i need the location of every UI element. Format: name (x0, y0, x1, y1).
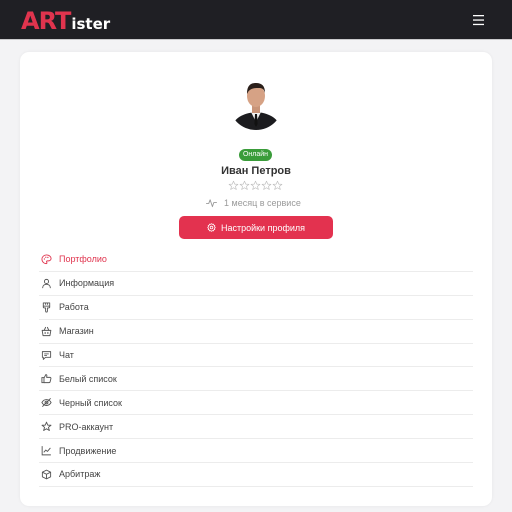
star-icon (40, 421, 52, 433)
menu-item-label: Информация (59, 278, 115, 289)
menu-item-label: Портфолио (59, 254, 107, 265)
brush-icon (40, 301, 52, 313)
gear-icon (207, 223, 216, 232)
menu-item-information[interactable]: Информация (39, 272, 473, 296)
menu-item-label: Черный список (59, 397, 122, 408)
activity-icon (206, 199, 217, 208)
user-name: Иван Петров (221, 165, 291, 177)
eye-slash-icon (40, 397, 52, 409)
menu-item-label: Чат (59, 350, 74, 360)
star-empty-icon (250, 180, 261, 190)
menu-item-pro-account[interactable]: PRO-аккаунт (39, 415, 473, 440)
menu-item-label: Арбитраж (59, 469, 101, 480)
hamburger-icon[interactable] (470, 12, 488, 28)
menu-item-label: Продвижение (59, 445, 117, 456)
avatar (229, 76, 283, 130)
service-time-label: 1 месяц в сервисе (224, 198, 301, 208)
user-icon (40, 277, 52, 289)
menu-item-work[interactable]: Работа (39, 296, 473, 320)
chart-line-icon (40, 445, 52, 457)
profile-menu: Портфолио Информация Работа Магазин Чат (39, 248, 473, 487)
profile-card: Онлайн Иван Петров 1 месяц в сервисе Нас… (20, 52, 492, 506)
profile-settings-button[interactable]: Настройки профиля (179, 216, 333, 239)
service-time: 1 месяц в сервисе (206, 196, 301, 210)
top-bar: ART ister (0, 0, 512, 40)
menu-item-whitelist[interactable]: Белый список (39, 367, 473, 392)
star-empty-icon (261, 180, 272, 190)
logo-text-ister: ister (71, 15, 111, 33)
status-badge: Онлайн (239, 149, 272, 161)
menu-item-label: Магазин (59, 326, 94, 337)
menu-item-label: Работа (59, 302, 89, 313)
menu-item-promotion[interactable]: Продвижение (39, 439, 473, 464)
star-empty-icon (239, 180, 250, 190)
palette-icon (40, 253, 52, 265)
thumbs-up-icon (40, 373, 52, 385)
menu-item-label: Белый список (59, 373, 117, 384)
chat-icon (40, 349, 52, 361)
star-empty-icon (272, 180, 283, 190)
logo-text-art: ART (21, 7, 71, 35)
logo[interactable]: ART ister (21, 7, 110, 33)
profile-settings-label: Настройки профиля (220, 222, 306, 233)
menu-item-blacklist[interactable]: Черный список (39, 391, 473, 416)
menu-item-label: PRO-аккаунт (59, 421, 114, 432)
menu-item-shop[interactable]: Магазин (39, 320, 473, 344)
rating-stars (228, 180, 284, 192)
star-empty-icon (228, 180, 239, 190)
menu-item-chat[interactable]: Чат (39, 344, 473, 368)
menu-item-arbitration[interactable]: Арбитраж (39, 463, 473, 487)
box-icon (40, 468, 52, 480)
basket-icon (40, 325, 52, 337)
menu-item-portfolio[interactable]: Портфолио (39, 248, 473, 272)
